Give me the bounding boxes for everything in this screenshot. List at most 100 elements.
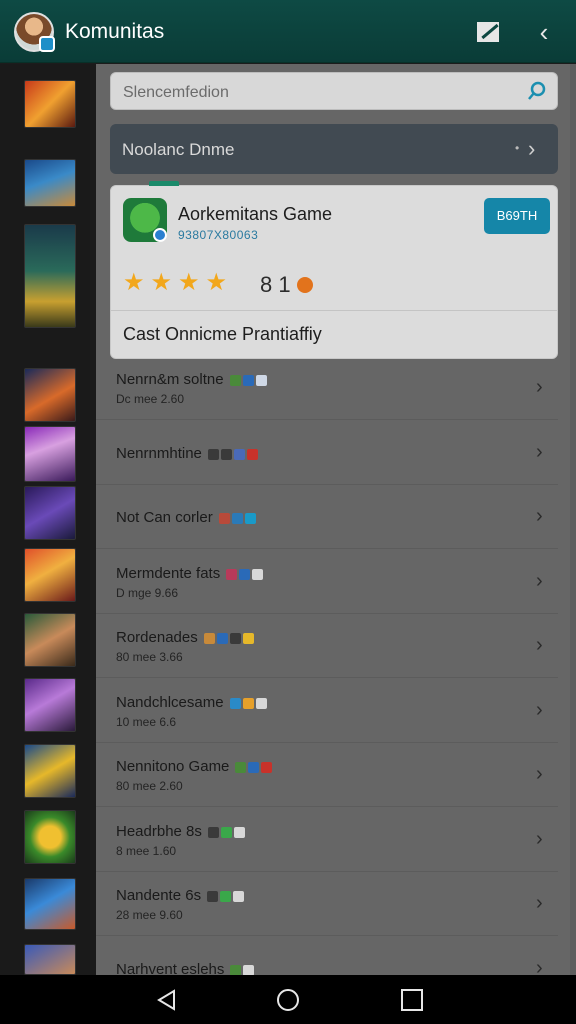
tag-icons	[226, 565, 265, 582]
game-thumb[interactable]	[24, 678, 76, 732]
tag-icon	[229, 697, 241, 709]
game-thumb[interactable]	[24, 810, 76, 864]
tag-icon	[239, 568, 251, 580]
row-title: Nenrn&m soltne	[116, 371, 269, 389]
tag-icon	[246, 448, 258, 460]
game-meta: 28 mee 9.60	[116, 908, 183, 922]
list-item[interactable]: Not Can corler ›	[96, 485, 558, 549]
chevron-right-icon: ›	[536, 827, 543, 850]
tag-icon	[220, 826, 232, 838]
chevron-right-icon: ›	[536, 698, 543, 721]
chevron-left-icon[interactable]: ‹	[532, 19, 556, 45]
chevron-right-icon: ›	[536, 634, 543, 656]
tag-icon	[216, 633, 228, 645]
game-thumb[interactable]	[24, 486, 76, 540]
game-icon	[123, 198, 167, 242]
tag-icon	[233, 891, 245, 903]
avatar[interactable]	[14, 12, 55, 52]
star-rating: ★ ★ ★ ★	[123, 271, 233, 295]
recents-square-icon[interactable]	[401, 989, 423, 1011]
game-thumb[interactable]	[24, 224, 76, 328]
tag-icon	[242, 375, 254, 387]
game-title: Aorkemitans Game	[178, 204, 333, 224]
game-thumb[interactable]	[24, 744, 76, 798]
game-name: Rordenades	[116, 629, 198, 646]
tag-icon	[252, 568, 264, 580]
home-circle-icon[interactable]	[277, 989, 299, 1011]
tag-icon	[207, 826, 219, 838]
rating-icon	[297, 277, 313, 293]
tag-icon	[220, 448, 232, 460]
game-name: Nenrnmhtine	[116, 444, 202, 462]
tag-icon	[235, 762, 247, 774]
install-button[interactable]: B69TH	[484, 198, 550, 234]
shield-icon	[39, 36, 55, 52]
game-thumb[interactable]	[24, 613, 76, 667]
list-item[interactable]: Nandente 6s 28 mee 9.60 ›	[96, 872, 558, 936]
chevron-right-icon: ›	[536, 505, 543, 527]
tag-icon	[242, 697, 254, 709]
search-icon[interactable]	[527, 81, 547, 101]
page-title: Komunitas	[65, 20, 165, 43]
game-thumb[interactable]	[24, 944, 76, 975]
star-icon: ★	[178, 269, 200, 296]
game-thumb[interactable]	[24, 426, 76, 482]
star-icon: ★	[150, 269, 173, 296]
tag-icon	[244, 513, 256, 525]
tag-icons	[207, 445, 260, 462]
tag-icons	[218, 510, 258, 527]
game-name: Nandente 6s	[116, 887, 202, 904]
row-title: Headrbhe 8s	[116, 823, 247, 841]
star-icon: ★	[205, 269, 228, 296]
back-triangle-icon[interactable]	[156, 989, 178, 1011]
row-title: Not Can corler	[116, 509, 258, 527]
tag-icon	[207, 891, 219, 903]
tag-icon	[220, 891, 232, 903]
banner-label: Noolanc Dnme	[122, 140, 235, 159]
game-meta: 80 mee 2.60	[116, 779, 183, 793]
list-item[interactable]: Mermdente fats D mge 9.66 ›	[96, 550, 558, 614]
card-accent	[149, 181, 179, 186]
game-thumb[interactable]	[24, 368, 76, 422]
chevron-right-icon: ›	[536, 892, 543, 914]
chevron-right-icon: ›	[536, 440, 543, 463]
row-title: Nenrnmhtine	[116, 445, 260, 463]
list-item[interactable]: Nandchlcesame 10 mee 6.6 ›	[96, 679, 558, 743]
game-thumb[interactable]	[24, 159, 76, 207]
game-meta: 80 mee 3.66	[116, 650, 183, 664]
game-thumb[interactable]	[24, 878, 76, 930]
row-title: Nandente 6s	[116, 887, 246, 905]
list-item[interactable]: Headrbhe 8s 8 mee 1.60 ›	[96, 808, 558, 872]
tag-icon	[203, 633, 215, 645]
tag-icon	[226, 568, 238, 580]
featured-game-card[interactable]: Aorkemitans Game 93807X80063 B69TH ★ ★ ★ ★ …	[110, 181, 558, 359]
tag-icon	[218, 513, 230, 525]
tag-icons	[207, 823, 247, 840]
game-thumb[interactable]	[24, 548, 76, 602]
edit-icon[interactable]	[477, 22, 499, 42]
game-meta: 8 mee 1.60	[116, 843, 177, 858]
tag-icon	[207, 448, 219, 460]
search-input[interactable]: Slencemfedion	[110, 72, 558, 110]
game-name: Headrbhe 8s	[116, 822, 202, 840]
badge-icon	[153, 228, 167, 242]
list-item[interactable]: Nenrnmhtine ›	[96, 421, 558, 485]
tag-icon	[243, 964, 255, 976]
game-meta: Dc mee 2.60	[116, 392, 185, 406]
tag-icon	[261, 762, 273, 774]
chevron-right-icon: ›	[536, 763, 543, 785]
list-item[interactable]: Nennitono Game 80 mee 2.60 ›	[96, 743, 558, 807]
game-name: Nennitono Game	[116, 758, 230, 775]
game-meta: 10 mee 6.6	[116, 714, 177, 729]
search-placeholder: Slencemfedion	[123, 84, 229, 101]
game-thumb[interactable]	[24, 80, 76, 128]
list-item[interactable]: Nenrn&m soltne Dc mee 2.60 ›	[96, 356, 558, 420]
tag-icon	[248, 762, 260, 774]
tag-icon	[231, 513, 243, 525]
tag-icon	[229, 633, 241, 645]
system-nav-bar	[0, 975, 576, 1024]
list-item[interactable]: Rordenades 80 mee 3.66 ›	[96, 614, 558, 678]
category-banner[interactable]: Noolanc Dnme • ›	[110, 124, 558, 174]
chevron-right-icon: ›	[528, 136, 536, 161]
tag-icons	[235, 759, 274, 776]
